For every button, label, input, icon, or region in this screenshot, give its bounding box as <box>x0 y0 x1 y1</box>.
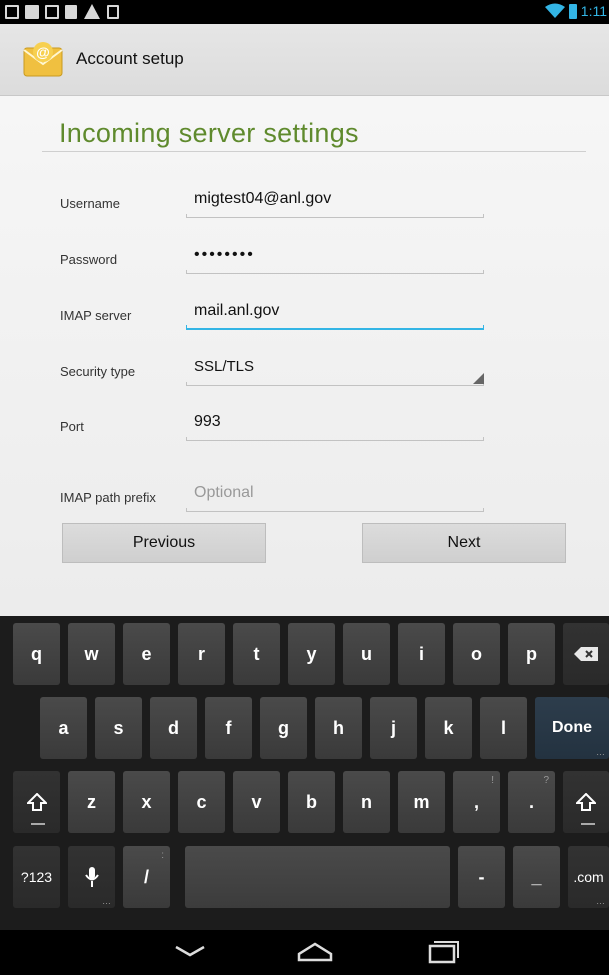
key-o[interactable]: o <box>453 623 500 685</box>
done-key-label: Done <box>552 719 592 736</box>
password-label: Password <box>60 252 118 267</box>
username-value: migtest04@anl.gov <box>194 190 332 207</box>
wifi-icon <box>544 3 565 18</box>
action-bar: @ Account setup <box>0 24 609 96</box>
backspace-key[interactable] <box>563 623 609 685</box>
key-period[interactable]: . ? <box>508 771 555 833</box>
clock: 1:11 <box>580 3 607 19</box>
imap-server-value: mail.anl.gov <box>194 302 280 319</box>
imap-server-label: IMAP server <box>60 308 132 323</box>
imap-path-prefix-placeholder: Optional <box>194 484 254 501</box>
shift-icon <box>576 793 596 811</box>
symbols-key[interactable]: ?123 <box>13 846 60 908</box>
security-type-row: Security type SSL/TLS <box>0 352 609 392</box>
key-p[interactable]: p <box>508 623 555 685</box>
previous-button[interactable]: Previous <box>62 523 266 563</box>
key-d[interactable]: d <box>150 697 197 759</box>
key-i[interactable]: i <box>398 623 445 685</box>
next-button[interactable]: Next <box>362 523 566 563</box>
backspace-icon <box>574 647 598 661</box>
home-icon[interactable] <box>295 938 335 966</box>
key-comma[interactable]: , ! <box>453 771 500 833</box>
page-title: Incoming server settings <box>59 118 359 148</box>
key-t[interactable]: t <box>233 623 280 685</box>
security-type-label: Security type <box>60 364 136 379</box>
microphone-icon <box>84 867 99 887</box>
key-z[interactable]: z <box>68 771 115 833</box>
imap-path-prefix-input[interactable]: Optional <box>186 478 484 512</box>
port-input[interactable]: 993 <box>186 407 484 441</box>
key-r[interactable]: r <box>178 623 225 685</box>
password-input[interactable]: •••••••• <box>186 240 484 274</box>
imap-path-prefix-row: IMAP path prefix Optional <box>0 478 609 518</box>
key-x[interactable]: x <box>123 771 170 833</box>
action-bar-title: Account setup <box>76 49 184 68</box>
key-v[interactable]: v <box>233 771 280 833</box>
soft-keyboard: q w e r t y u i o p a s d f g h j k l Do… <box>0 616 609 930</box>
battery-icon <box>568 3 577 19</box>
key-w[interactable]: w <box>68 623 115 685</box>
password-value: •••••••• <box>194 246 255 263</box>
key-k[interactable]: k <box>425 697 472 759</box>
key-b[interactable]: b <box>288 771 335 833</box>
imap-server-row: IMAP server mail.anl.gov <box>0 296 609 336</box>
key-g[interactable]: g <box>260 697 307 759</box>
key-y[interactable]: y <box>288 623 335 685</box>
key-a[interactable]: a <box>40 697 87 759</box>
password-row: Password •••••••• <box>0 240 609 280</box>
shield-icon <box>65 5 77 19</box>
username-row: Username migtest04@anl.gov <box>0 184 609 224</box>
key-s[interactable]: s <box>95 697 142 759</box>
download-icon <box>107 5 119 19</box>
key-dash[interactable]: - <box>458 846 505 908</box>
key-m[interactable]: m <box>398 771 445 833</box>
port-value: 993 <box>194 413 221 430</box>
key-l[interactable]: l <box>480 697 527 759</box>
username-label: Username <box>60 196 120 211</box>
email-app-icon[interactable]: @ <box>22 40 64 78</box>
status-right: 1:11 <box>544 3 607 19</box>
dropdown-arrow-icon <box>473 373 484 384</box>
dotcom-key[interactable]: .com … <box>568 846 609 908</box>
key-j[interactable]: j <box>370 697 417 759</box>
key-n[interactable]: n <box>343 771 390 833</box>
security-type-value: SSL/TLS <box>194 358 255 375</box>
key-e[interactable]: e <box>123 623 170 685</box>
port-label: Port <box>60 419 84 434</box>
gmail-icon <box>45 5 59 19</box>
back-down-icon[interactable] <box>170 938 210 966</box>
image-notification-icon <box>25 5 39 19</box>
space-key[interactable] <box>185 846 450 908</box>
notification-icon <box>5 5 19 19</box>
key-q[interactable]: q <box>13 623 60 685</box>
key-u[interactable]: u <box>343 623 390 685</box>
shift-key-left[interactable] <box>13 771 60 833</box>
key-h[interactable]: h <box>315 697 362 759</box>
imap-server-input[interactable]: mail.anl.gov <box>186 296 484 330</box>
svg-text:@: @ <box>36 44 50 60</box>
key-slash[interactable]: / : <box>123 846 170 908</box>
key-underscore[interactable]: _ <box>513 846 560 908</box>
key-c[interactable]: c <box>178 771 225 833</box>
status-bar: 1:11 <box>0 0 609 24</box>
settings-form: Incoming server settings Username migtes… <box>0 96 609 616</box>
recent-apps-icon[interactable] <box>422 938 462 966</box>
username-input[interactable]: migtest04@anl.gov <box>186 184 484 218</box>
voice-input-key[interactable]: … <box>68 846 115 908</box>
navigation-bar <box>0 930 609 975</box>
key-comma-hint: ! <box>491 775 494 786</box>
shift-icon <box>26 793 47 811</box>
title-divider <box>42 151 586 152</box>
key-period-hint: ? <box>543 775 549 786</box>
done-key[interactable]: Done … <box>535 697 609 759</box>
key-f[interactable]: f <box>205 697 252 759</box>
warning-icon <box>84 4 100 19</box>
security-type-spinner[interactable]: SSL/TLS <box>186 352 484 386</box>
imap-path-prefix-label: IMAP path prefix <box>60 490 156 505</box>
port-row: Port 993 <box>0 407 609 447</box>
shift-key-right[interactable] <box>563 771 609 833</box>
